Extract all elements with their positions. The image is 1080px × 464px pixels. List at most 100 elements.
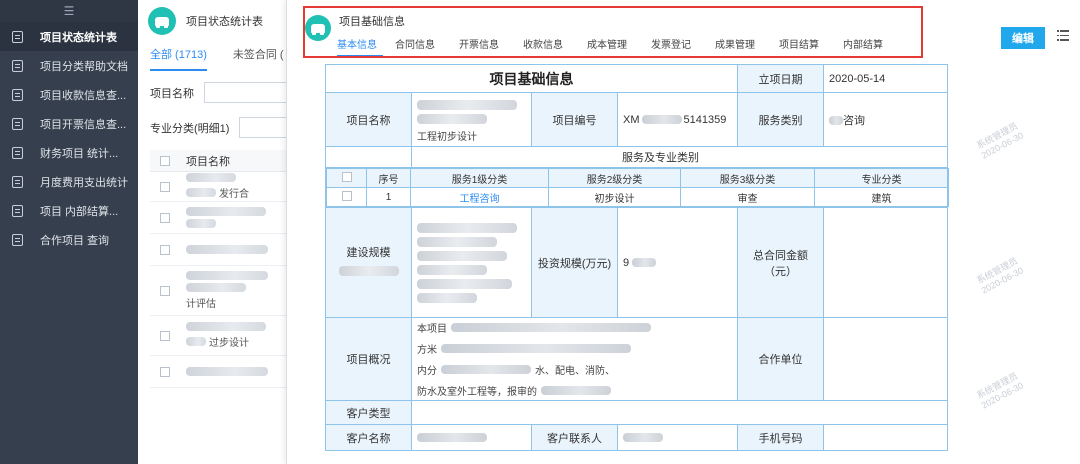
tab-deliverables[interactable]: 成果管理 [703,36,767,57]
detail-tabs: 基本信息 合同信息 开票信息 收款信息 成本管理 发票登记 成果管理 项目结算 … [337,36,895,57]
column-header: 序号 [366,168,411,188]
project-detail-panel: 项目基础信息 基本信息 合同信息 开票信息 收款信息 成本管理 发票登记 成果管… [286,0,1080,464]
project-info-table: 项目基础信息 立项日期 2020-05-14 项目名称 工程初步设计 项目编号 … [325,64,949,451]
list-item[interactable] [150,202,300,234]
service-type-label: 服务类别 [737,92,824,147]
row-checkbox[interactable] [160,244,170,255]
sidebar-item-label: 项目 内部结算... [40,205,119,218]
sidebar-item-internal-settlement[interactable]: 项目 内部结算... [0,196,138,225]
sidebar-item-finance-stats[interactable]: 财务项目 统计... [0,138,138,167]
phone-value [823,424,948,451]
list-page-title: 项目状态统计表 [186,16,263,28]
tab-receipt-info[interactable]: 收款信息 [511,36,575,57]
contract-total-label: 总合同金额（元） [737,207,824,318]
customer-type-value [411,400,948,425]
sidebar-item-invoices[interactable]: 项目开票信息查... [0,109,138,138]
project-no-value: XM 5141359 [617,92,738,147]
column-header: 项目名称 [186,155,230,168]
tab-project-settlement[interactable]: 项目结算 [767,36,831,57]
tab-basic-info[interactable]: 基本信息 [337,36,383,57]
sidebar-item-category-help[interactable]: 项目分类帮助文档 [0,51,138,80]
tab-unsigned[interactable]: 未签合同 ( [233,46,284,71]
project-no-label: 项目编号 [531,92,618,147]
tab-internal-settlement[interactable]: 内部结算 [831,36,895,57]
sidebar-item-project-status[interactable]: 项目状态统计表 [0,22,138,51]
tab-invoice-info[interactable]: 开票信息 [447,36,511,57]
select-all-checkbox[interactable] [341,171,352,182]
row-checkbox[interactable] [160,285,170,296]
table-row: 1 工程咨询 初步设计 审查 建筑 [326,187,949,207]
list-item[interactable] [150,234,300,266]
row-text: 计评估 [186,299,216,310]
row-checkbox[interactable] [160,181,170,192]
list-icon[interactable] [1057,30,1069,42]
list-header: 项目名称 [150,150,300,172]
sidebar-item-label: 财务项目 统计... [40,147,119,160]
document-icon [12,175,23,188]
watermark: 系统管理员 2020-06-30 [974,120,1026,161]
list-item[interactable]: 发行合 [150,172,300,202]
menu-toggle-icon[interactable]: ☰ [0,0,138,22]
sidebar-item-label: 合作项目 查询 [40,234,110,247]
tab-contract-info[interactable]: 合同信息 [383,36,447,57]
sidebar-item-cooperation[interactable]: 合作项目 查询 [0,225,138,254]
row-text: 过步设计 [209,338,249,349]
document-icon [12,30,23,43]
document-icon [12,233,23,246]
select-all-checkbox[interactable] [160,155,170,166]
scale-label-cell: 建设规模 [325,207,412,318]
invest-value: 9 [617,207,738,318]
row-checkbox[interactable] [160,330,170,341]
list-item[interactable] [150,356,300,388]
car-icon [305,15,331,41]
scale-label: 建设规模 [346,246,391,259]
document-icon [12,88,23,101]
project-list: 项目名称 发行合 计评估 过步设计 [150,150,300,388]
row-checkbox[interactable] [160,366,170,377]
document-icon [12,117,23,130]
row-checkbox[interactable] [160,212,170,223]
column-header: 服务2级分类 [548,168,681,188]
info-heading: 项目基础信息 [325,64,738,93]
customer-contact-label: 客户联系人 [531,424,618,451]
tab-cost-management[interactable]: 成本管理 [575,36,639,57]
row-checkbox[interactable] [341,190,352,201]
customer-type-label: 客户类型 [325,400,412,425]
sidebar-item-label: 项目收款信息查... [40,89,127,102]
service-level1-link[interactable]: 工程咨询 [410,187,549,207]
partner-label: 合作单位 [737,317,824,401]
list-item[interactable]: 计评估 [150,266,300,316]
watermark: 系统管理员 2020-06-30 [974,255,1026,296]
overview-value: 本项目 方米 内分 水、配电、消防、 防水及室外工程等，报审的 [411,317,738,401]
detail-title: 项目基础信息 [339,16,405,28]
phone-label: 手机号码 [737,424,824,451]
partner-value [823,317,948,401]
list-page-header: 项目状态统计表 [148,6,263,36]
sidebar-item-monthly-expense[interactable]: 月度费用支出统计 [0,167,138,196]
project-name-value: 工程初步设计 [411,92,532,147]
customer-name-value [411,424,532,451]
sidebar-item-label: 项目分类帮助文档 [40,60,128,73]
overview-label: 项目概况 [325,317,412,401]
service-category-table: 序号 服务1级分类 服务2级分类 服务3级分类 专业分类 1 工程咨询 初步设计… [326,168,949,207]
document-icon [12,59,23,72]
car-icon [148,7,176,35]
document-icon [12,146,23,159]
setup-date-label: 立项日期 [737,64,824,93]
tab-invoice-registration[interactable]: 发票登记 [639,36,703,57]
column-header: 服务1级分类 [410,168,549,188]
sidebar-item-receipts[interactable]: 项目收款信息查... [0,80,138,109]
list-item[interactable]: 过步设计 [150,316,300,356]
contract-total-value [823,207,948,318]
row-text: 发行合 [219,189,249,200]
edit-button[interactable]: 编辑 [1001,27,1045,49]
service-section-label: 服务及专业类别 [411,146,948,168]
sidebar: ☰ 项目状态统计表 项目分类帮助文档 项目收款信息查... 项目开票信息查...… [0,0,138,464]
sidebar-item-label: 项目开票信息查... [40,118,127,131]
column-header: 专业分类 [814,168,949,188]
column-header: 服务3级分类 [680,168,815,188]
project-name-label: 项目名称 [325,92,412,147]
setup-date-value: 2020-05-14 [823,64,948,93]
sidebar-item-label: 月度费用支出统计 [40,176,128,189]
tab-all[interactable]: 全部 (1713) [150,46,207,71]
